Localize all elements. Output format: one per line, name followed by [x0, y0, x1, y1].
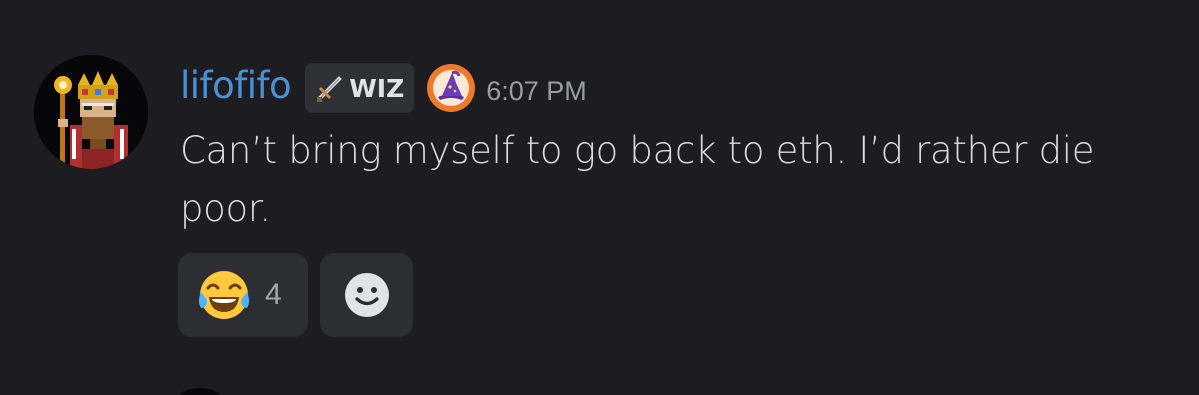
message-content: lifofifo WIZ 6:07 PM Can’t bring myself …: [180, 58, 1170, 238]
reaction-joy[interactable]: 4: [178, 253, 308, 337]
user-avatar[interactable]: [34, 55, 148, 169]
username[interactable]: lifofifo: [180, 67, 292, 104]
message-header: lifofifo WIZ 6:07 PM: [180, 58, 1170, 118]
reactions-bar: 4: [178, 253, 413, 337]
pixel-king-avatar-icon: [34, 55, 148, 169]
smiley-icon: [344, 273, 389, 317]
sword-icon: [317, 76, 343, 102]
chat-message: lifofifo WIZ 6:07 PM Can’t bring myself …: [0, 0, 1199, 395]
message-timestamp: 6:07 PM: [486, 75, 587, 106]
wizard-hat-icon: [427, 64, 476, 112]
role-tag[interactable]: WIZ: [305, 63, 415, 113]
role-badge[interactable]: [426, 63, 476, 113]
add-reaction-button[interactable]: [320, 253, 413, 337]
reaction-count: 4: [265, 278, 282, 311]
next-message-avatar[interactable]: [180, 388, 220, 395]
role-tag-label: WIZ: [349, 73, 405, 103]
joy-emoji-icon: [199, 271, 249, 319]
message-text: Can’t bring myself to go back to eth. I’…: [180, 129, 1095, 230]
